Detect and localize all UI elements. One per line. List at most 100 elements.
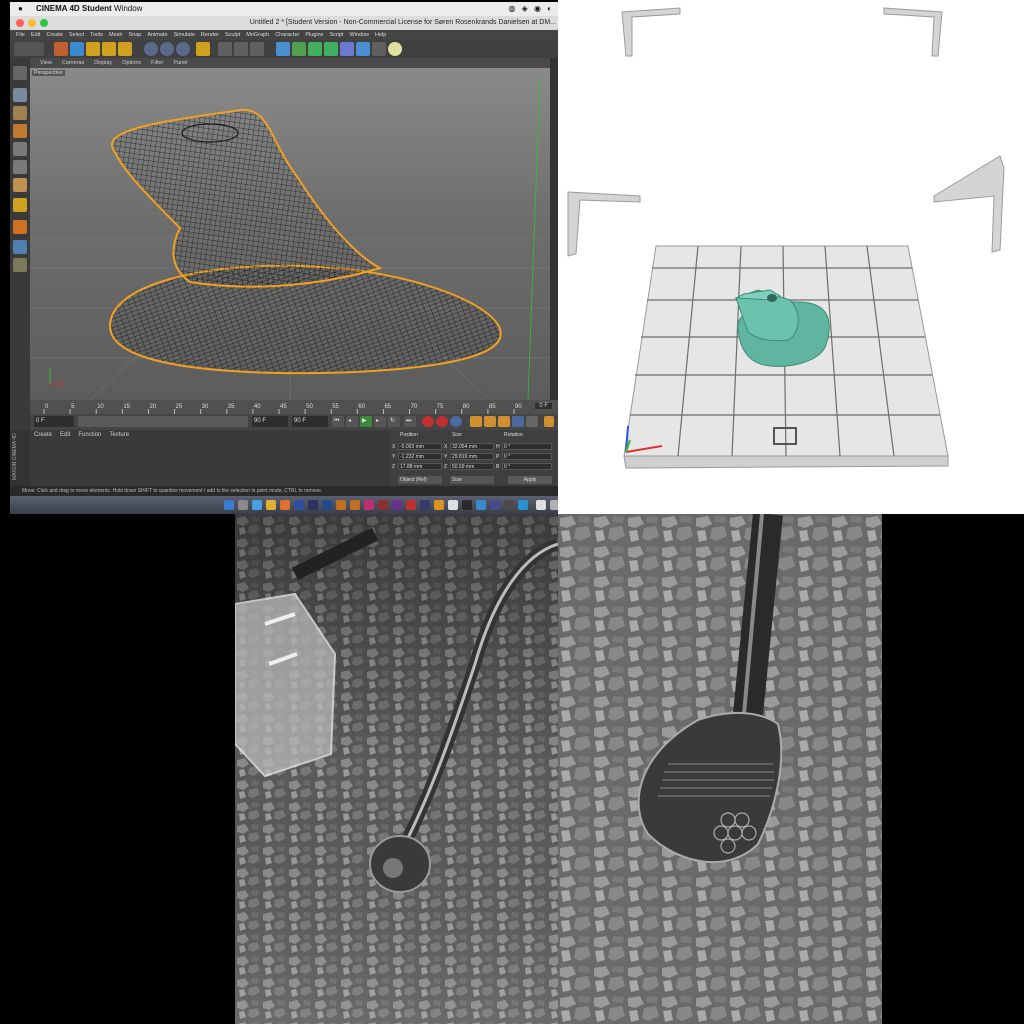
timeline-current-frame[interactable]: 0 F bbox=[535, 403, 552, 409]
keyframe-selection-icon[interactable] bbox=[450, 416, 462, 427]
apple-icon[interactable]: ● bbox=[18, 2, 23, 16]
lock-icon[interactable] bbox=[13, 258, 27, 272]
max-frame-field[interactable]: 90 F bbox=[252, 416, 288, 427]
document-icon[interactable] bbox=[536, 500, 546, 510]
light-icon[interactable] bbox=[388, 42, 402, 56]
coordinate-mode-select[interactable]: Object (Rel) bbox=[398, 476, 442, 484]
polygons-mode-icon[interactable] bbox=[13, 178, 27, 192]
app-icon-5[interactable] bbox=[392, 500, 402, 510]
next-key-icon[interactable]: ▸ bbox=[374, 416, 386, 427]
record-icon[interactable] bbox=[422, 416, 434, 427]
menu-item-help[interactable]: Help bbox=[375, 32, 386, 38]
firefox-icon[interactable] bbox=[280, 500, 290, 510]
menu-item-edit[interactable]: Edit bbox=[31, 32, 40, 38]
rotation-key-icon[interactable] bbox=[498, 416, 510, 427]
viewport-menu-view[interactable]: View bbox=[40, 60, 52, 66]
points-mode-icon[interactable] bbox=[13, 142, 27, 156]
app-icon-3[interactable] bbox=[364, 500, 374, 510]
z-axis-icon[interactable] bbox=[176, 42, 190, 56]
app-icon-10[interactable] bbox=[504, 500, 514, 510]
model-neck[interactable] bbox=[110, 108, 383, 288]
position-y-field[interactable]: -1.232 mm bbox=[398, 453, 442, 460]
start-frame-field[interactable]: 0 F bbox=[34, 416, 74, 427]
finder-icon[interactable] bbox=[224, 500, 234, 510]
safari-icon[interactable] bbox=[252, 500, 262, 510]
menu-item-create[interactable]: Create bbox=[46, 32, 63, 38]
generator-icon[interactable] bbox=[308, 42, 322, 56]
model-mode-icon[interactable] bbox=[13, 88, 27, 102]
slicer-viewport[interactable] bbox=[558, 0, 1024, 514]
size-mode-select[interactable]: Size bbox=[450, 476, 494, 484]
move-icon[interactable] bbox=[70, 42, 84, 56]
y-axis-icon[interactable] bbox=[160, 42, 174, 56]
menu-item-mograph[interactable]: MoGraph bbox=[246, 32, 269, 38]
zoom-icon[interactable] bbox=[40, 19, 48, 27]
menu-item-simulate[interactable]: Simulate bbox=[174, 32, 195, 38]
menu-item-file[interactable]: File bbox=[16, 32, 25, 38]
preview-range-slider[interactable] bbox=[78, 416, 248, 427]
size-z-field[interactable]: 50.59 mm bbox=[450, 463, 494, 470]
render-view-icon[interactable] bbox=[218, 42, 232, 56]
app-icon-9[interactable] bbox=[490, 500, 500, 510]
parameter-key-icon[interactable] bbox=[512, 416, 524, 427]
axis-mode-icon[interactable] bbox=[13, 198, 27, 212]
material-menu-function[interactable]: Function bbox=[78, 432, 101, 438]
menu-item-animate[interactable]: Animate bbox=[147, 32, 167, 38]
menu-item-window[interactable]: Window bbox=[349, 32, 369, 38]
app-icon-7[interactable] bbox=[420, 500, 430, 510]
app-icon-2[interactable] bbox=[308, 500, 318, 510]
cube-icon[interactable] bbox=[276, 42, 290, 56]
position-x-field[interactable]: -0.003 mm bbox=[398, 443, 442, 450]
coordinate-system-icon[interactable] bbox=[196, 42, 210, 56]
timeline-ruler[interactable]: 0 5 10 15 20 25 30 35 40 45 50 55 60 65 70 75 80 85 90 0 F bbox=[30, 400, 558, 414]
menu-item-select[interactable]: Select bbox=[69, 32, 84, 38]
loop-icon[interactable]: ↻ bbox=[388, 416, 400, 427]
skype-icon[interactable] bbox=[518, 500, 528, 510]
render-icon[interactable] bbox=[234, 42, 248, 56]
menu-item-character[interactable]: Character bbox=[275, 32, 299, 38]
undo-icon[interactable] bbox=[14, 42, 44, 56]
menu-item-script[interactable]: Script bbox=[329, 32, 343, 38]
pla-key-icon[interactable] bbox=[526, 416, 538, 427]
app-icon-1[interactable] bbox=[294, 500, 304, 510]
add-icon[interactable] bbox=[118, 42, 132, 56]
chrome-icon[interactable] bbox=[266, 500, 276, 510]
app-store-icon[interactable] bbox=[476, 500, 486, 510]
go-to-start-icon[interactable]: ⏮ bbox=[332, 416, 344, 427]
perspective-viewport[interactable]: Perspective bbox=[30, 68, 550, 400]
close-icon[interactable] bbox=[16, 19, 24, 27]
app-icon-4[interactable] bbox=[378, 500, 388, 510]
launchpad-icon[interactable] bbox=[238, 500, 248, 510]
cinema4d-icon[interactable] bbox=[462, 500, 472, 510]
render-settings-icon[interactable] bbox=[250, 42, 264, 56]
viewport-menu-display[interactable]: Display bbox=[94, 60, 112, 66]
end-frame-field[interactable]: 90 F bbox=[292, 416, 328, 427]
select-icon[interactable] bbox=[54, 42, 68, 56]
app-icon-6[interactable] bbox=[406, 500, 416, 510]
illustrator-icon[interactable] bbox=[336, 500, 346, 510]
scale-icon[interactable] bbox=[86, 42, 100, 56]
indesign-icon[interactable] bbox=[350, 500, 360, 510]
size-x-field[interactable]: 32.054 mm bbox=[450, 443, 494, 450]
edges-mode-icon[interactable] bbox=[13, 160, 27, 174]
position-key-icon[interactable] bbox=[470, 416, 482, 427]
floor-icon[interactable] bbox=[356, 42, 370, 56]
viewport-menu-filter[interactable]: Filter bbox=[151, 60, 163, 66]
environment-icon[interactable] bbox=[340, 42, 354, 56]
workplane-icon[interactable] bbox=[13, 124, 27, 138]
menu-item-plugins[interactable]: Plugins bbox=[305, 32, 323, 38]
window-menu[interactable]: Window bbox=[114, 2, 142, 16]
previous-key-icon[interactable]: ◂ bbox=[346, 416, 358, 427]
solo-icon[interactable] bbox=[13, 240, 27, 254]
viewport-menu-panel[interactable]: Panel bbox=[173, 60, 187, 66]
menu-item-sculpt[interactable]: Sculpt bbox=[225, 32, 240, 38]
minimize-icon[interactable] bbox=[28, 19, 36, 27]
menu-item-snap[interactable]: Snap bbox=[128, 32, 141, 38]
viewport-menu-options[interactable]: Options bbox=[122, 60, 141, 66]
rotation-h-field[interactable]: 0 ° bbox=[502, 443, 552, 450]
play-icon[interactable]: ▶ bbox=[360, 416, 372, 427]
material-menu-edit[interactable]: Edit bbox=[60, 432, 70, 438]
rotation-b-field[interactable]: 0 ° bbox=[502, 463, 552, 470]
app-menu[interactable]: CINEMA 4D Student bbox=[36, 2, 112, 16]
position-z-field[interactable]: 17.88 mm bbox=[398, 463, 442, 470]
